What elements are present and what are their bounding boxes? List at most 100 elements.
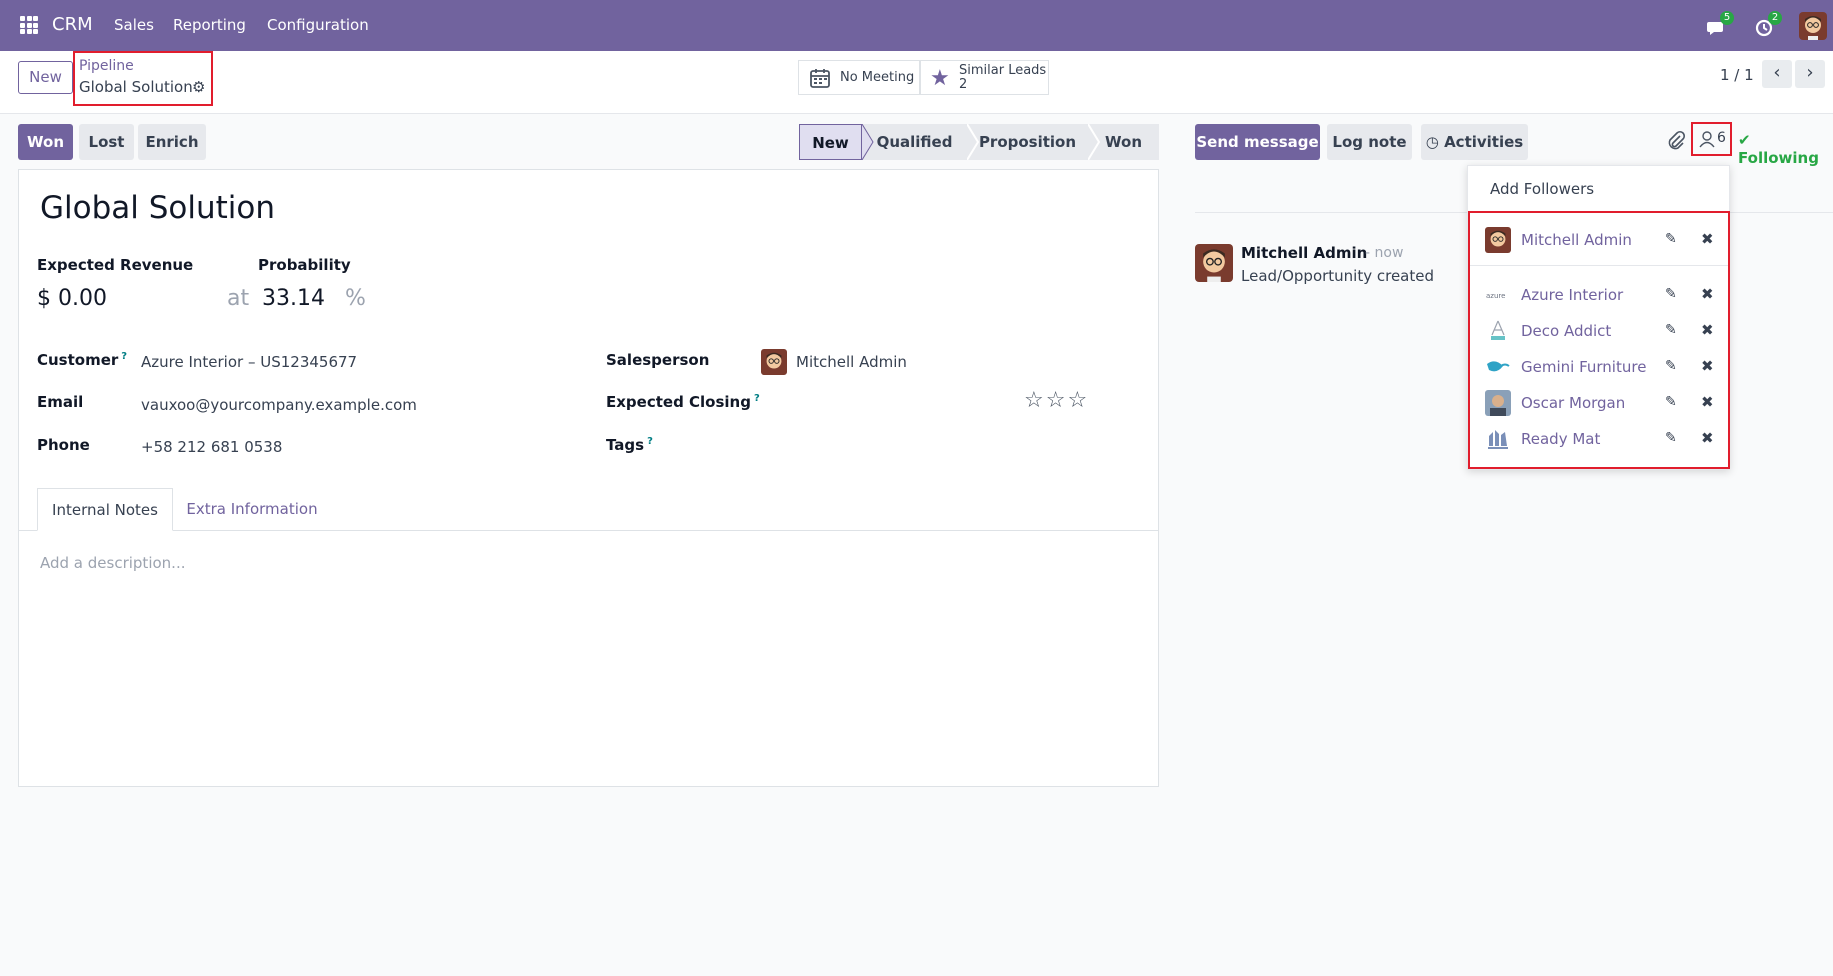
probability-field[interactable]: 33.14 [262, 286, 325, 311]
follower-avatar [1485, 318, 1511, 344]
message-author-avatar[interactable] [1195, 244, 1233, 282]
stage-proposition[interactable]: Proposition [967, 124, 1088, 160]
stage-arrow-icon [967, 124, 979, 160]
edit-pencil-icon[interactable]: ✎ [1665, 430, 1677, 446]
probability-label: Probability [258, 256, 351, 274]
remove-follower-icon[interactable]: ✖ [1701, 357, 1714, 375]
user-icon [1699, 130, 1715, 152]
remove-follower-icon[interactable]: ✖ [1701, 285, 1714, 303]
stage-arrow-icon [1088, 124, 1100, 160]
email-field[interactable]: vauxoo@yourcompany.example.com [141, 396, 417, 414]
breadcrumb-pipeline-link[interactable]: Pipeline [79, 58, 134, 74]
calendar-icon [809, 67, 831, 93]
remove-follower-icon[interactable]: ✖ [1701, 230, 1714, 248]
help-icon[interactable]: ? [754, 393, 760, 404]
menu-reporting[interactable]: Reporting [173, 16, 246, 34]
followers-count: 6 [1717, 130, 1726, 146]
activities-icon[interactable]: 2 [1754, 11, 1782, 39]
follower-row[interactable]: Gemini Furniture ✎ ✖ [1485, 352, 1720, 382]
remove-follower-icon[interactable]: ✖ [1701, 393, 1714, 411]
edit-pencil-icon[interactable]: ✎ [1665, 358, 1677, 374]
expected-revenue-label: Expected Revenue [37, 256, 194, 274]
help-icon[interactable]: ? [121, 351, 127, 362]
gear-icon[interactable]: ⚙ [192, 78, 205, 96]
lost-button[interactable]: Lost [79, 124, 134, 160]
remove-follower-icon[interactable]: ✖ [1701, 321, 1714, 339]
won-button[interactable]: Won [18, 124, 73, 160]
check-icon: ✔ [1738, 131, 1751, 149]
priority-stars-icon[interactable]: ☆☆☆ [1024, 388, 1089, 413]
app-name[interactable]: CRM [52, 14, 93, 35]
message-author[interactable]: Mitchell Admin [1241, 244, 1367, 262]
pager-next-button[interactable]: › [1795, 60, 1825, 88]
follower-row[interactable]: Mitchell Admin ✎ ✖ [1485, 225, 1720, 255]
follower-name[interactable]: Deco Addict [1521, 322, 1611, 340]
paperclip-icon[interactable] [1666, 130, 1686, 156]
enrich-button[interactable]: Enrich [138, 124, 206, 160]
stage-qualified[interactable]: Qualified [862, 124, 967, 160]
follower-avatar [1485, 354, 1511, 380]
top-navbar: CRM Sales Reporting Configuration 5 2 [0, 0, 1833, 51]
follower-name[interactable]: Ready Mat [1521, 430, 1600, 448]
pager-previous-button[interactable]: ‹ [1762, 60, 1792, 88]
remove-follower-icon[interactable]: ✖ [1701, 429, 1714, 447]
activities-button[interactable]: ◷ Activities [1421, 124, 1528, 160]
follower-avatar [1485, 390, 1511, 416]
activities-badge: 2 [1768, 11, 1782, 25]
follower-row[interactable]: Oscar Morgan ✎ ✖ [1485, 388, 1720, 418]
user-avatar[interactable] [1799, 12, 1827, 40]
edit-pencil-icon[interactable]: ✎ [1665, 286, 1677, 302]
message-time: - now [1365, 245, 1404, 261]
help-icon[interactable]: ? [647, 436, 653, 447]
no-meeting-button[interactable]: No Meeting [798, 60, 920, 95]
send-message-button[interactable]: Send message [1195, 124, 1320, 160]
edit-pencil-icon[interactable]: ✎ [1665, 394, 1677, 410]
follower-row[interactable]: Deco Addict ✎ ✖ [1485, 316, 1720, 346]
following-label: Following [1738, 149, 1819, 167]
customer-label: Customer? [37, 351, 128, 369]
follower-row[interactable]: Ready Mat ✎ ✖ [1485, 424, 1720, 454]
lead-title[interactable]: Global Solution [40, 190, 275, 226]
stage-new[interactable]: New [799, 124, 862, 160]
breadcrumb-current: Global Solution [79, 78, 193, 96]
follower-name[interactable]: Azure Interior [1521, 286, 1623, 304]
log-note-button[interactable]: Log note [1327, 124, 1412, 160]
similar-leads-button[interactable]: ★ Similar Leads 2 [920, 60, 1049, 95]
messages-icon[interactable]: 5 [1706, 11, 1734, 39]
tags-label: Tags? [606, 436, 653, 454]
follower-name[interactable]: Oscar Morgan [1521, 394, 1625, 412]
follower-avatar [1485, 227, 1511, 253]
menu-sales[interactable]: Sales [114, 16, 154, 34]
new-record-button[interactable]: New [18, 61, 73, 94]
messages-badge: 5 [1720, 11, 1734, 25]
phone-field[interactable]: +58 212 681 0538 [141, 438, 282, 456]
follower-row[interactable]: azure Azure Interior ✎ ✖ [1485, 280, 1720, 310]
no-meeting-label: No Meeting [840, 70, 915, 85]
tab-internal-notes[interactable]: Internal Notes [37, 488, 173, 531]
description-input[interactable]: Add a description... [40, 554, 185, 572]
menu-configuration[interactable]: Configuration [267, 16, 369, 34]
edit-pencil-icon[interactable]: ✎ [1665, 231, 1677, 247]
salesperson-label: Salesperson [606, 351, 710, 369]
percent-sign: % [345, 286, 366, 311]
apps-menu-icon[interactable] [20, 16, 38, 34]
follower-avatar [1485, 426, 1511, 452]
pager-value[interactable]: 1 / 1 [1720, 66, 1754, 84]
salesperson-field[interactable]: Mitchell Admin [796, 353, 907, 371]
tab-extra-information[interactable]: Extra Information [178, 488, 326, 531]
follower-name[interactable]: Gemini Furniture [1521, 358, 1646, 376]
phone-label: Phone [37, 436, 90, 454]
add-followers-item[interactable]: Add Followers [1490, 180, 1594, 198]
similar-leads-count: 2 [959, 77, 968, 92]
edit-pencil-icon[interactable]: ✎ [1665, 322, 1677, 338]
salesperson-avatar [761, 349, 787, 375]
customer-field[interactable]: Azure Interior – US12345677 [141, 353, 357, 371]
follower-name[interactable]: Mitchell Admin [1521, 231, 1632, 249]
message-body: Lead/Opportunity created [1241, 267, 1435, 285]
similar-leads-label: Similar Leads [959, 63, 1047, 78]
follower-avatar: azure [1485, 282, 1511, 308]
followers-button[interactable]: 6 [1691, 122, 1732, 156]
following-toggle[interactable]: ✔ Following [1738, 131, 1833, 167]
expected-revenue-field[interactable]: $ 0.00 [37, 286, 107, 311]
email-label: Email [37, 393, 84, 411]
